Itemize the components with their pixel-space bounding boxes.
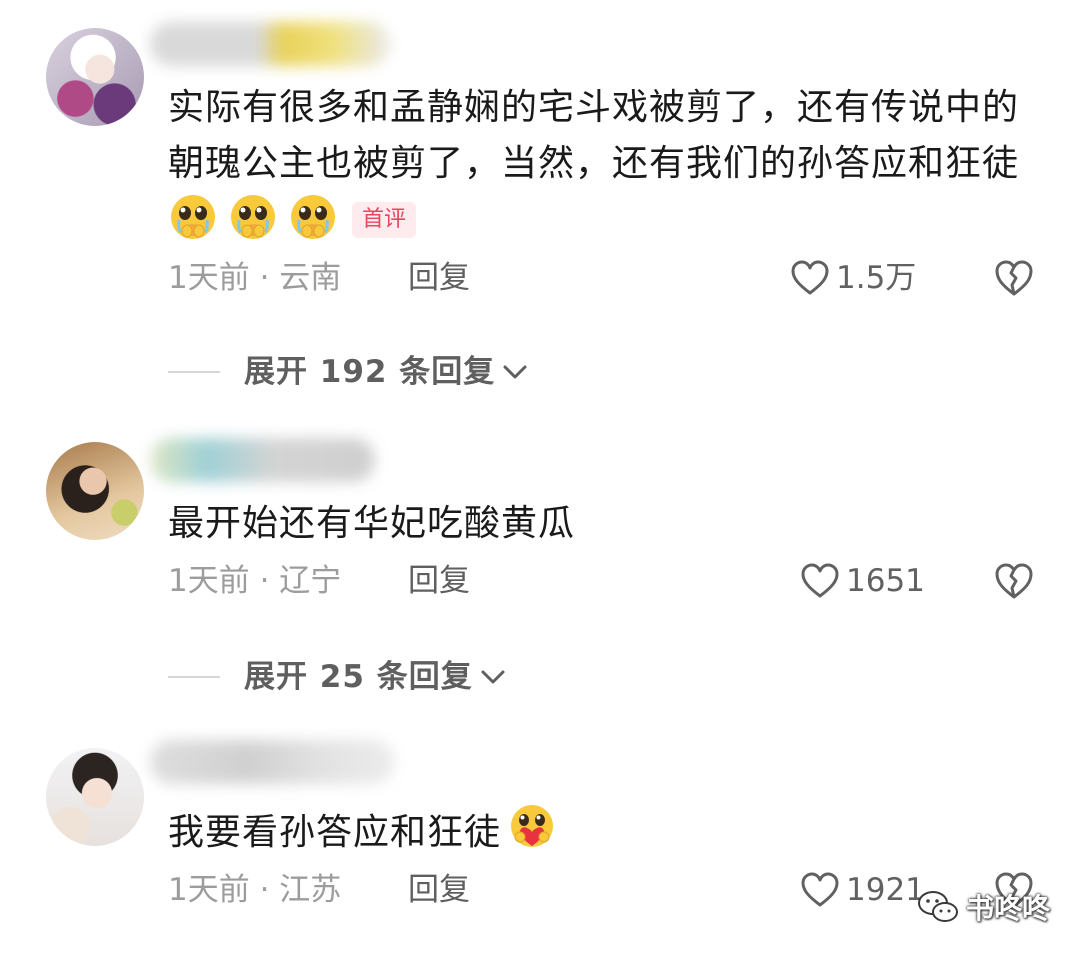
comment-text: 最开始还有华妃吃酸黄瓜 <box>168 496 1038 552</box>
user-avatar[interactable] <box>46 28 144 126</box>
user-avatar[interactable] <box>46 442 144 540</box>
reply-button[interactable]: 回复 <box>408 258 470 298</box>
like-button[interactable]: 1.5万 <box>790 258 916 298</box>
comment-text: 我要看孙答应和狂徒 <box>168 802 1038 861</box>
broken-heart-icon[interactable] <box>994 561 1034 601</box>
heart-outline-icon <box>801 872 839 907</box>
comment-time-location: 1天前 · 江苏 <box>168 872 342 908</box>
expand-divider <box>168 676 220 678</box>
heart-hug-face-icon <box>511 805 554 847</box>
username-redacted <box>150 740 395 784</box>
comment-section: 实际有很多和孟静娴的宅斗戏被剪了，还有传说中的朝瑰公主也被剪了，当然，还有我们的… <box>0 0 1080 954</box>
like-button[interactable]: 1921 <box>800 870 925 910</box>
heart-outline-icon <box>801 563 839 598</box>
comment-text: 实际有很多和孟静娴的宅斗戏被剪了，还有传说中的朝瑰公主也被剪了，当然，还有我们的… <box>168 80 1038 251</box>
comment-time-location: 1天前 · 辽宁 <box>168 563 342 599</box>
broken-heart-icon[interactable] <box>994 258 1034 298</box>
comment-text-content: 实际有很多和孟静娴的宅斗戏被剪了，还有传说中的朝瑰公主也被剪了，当然，还有我们的… <box>168 87 1020 184</box>
pleading-tearful-face-icon <box>171 195 215 239</box>
first-comment-badge: 首评 <box>352 202 417 238</box>
like-button[interactable]: 1651 <box>800 561 925 601</box>
watermark: 书咚咚 <box>916 886 1050 928</box>
like-count: 1921 <box>846 872 925 908</box>
pleading-tearful-face-icon <box>291 195 335 239</box>
comment-text-content: 我要看孙答应和狂徒 <box>168 812 502 853</box>
comment-text-content: 最开始还有华妃吃酸黄瓜 <box>168 503 576 544</box>
pleading-tearful-face-icon <box>231 195 275 239</box>
reply-button[interactable]: 回复 <box>408 870 470 910</box>
heart-outline-icon <box>791 260 829 295</box>
like-count: 1.5万 <box>836 260 917 296</box>
chevron-down-icon <box>503 365 527 379</box>
expand-replies-button[interactable]: 展开 25 条回复 <box>168 657 507 697</box>
expand-divider <box>168 371 220 373</box>
emoji-group <box>168 195 348 243</box>
username-redacted <box>150 438 375 482</box>
expand-replies-label: 展开 25 条回复 <box>244 659 473 695</box>
comment-time-location: 1天前 · 云南 <box>168 260 342 296</box>
like-count: 1651 <box>846 563 925 599</box>
reply-button[interactable]: 回复 <box>408 561 470 601</box>
expand-replies-label: 展开 192 条回复 <box>244 354 496 390</box>
wechat-icon <box>918 891 958 922</box>
chevron-down-icon <box>481 670 505 684</box>
username-redacted <box>150 22 390 66</box>
expand-replies-button[interactable]: 展开 192 条回复 <box>168 352 529 392</box>
user-avatar[interactable] <box>46 748 144 846</box>
watermark-text: 书咚咚 <box>966 892 1051 925</box>
